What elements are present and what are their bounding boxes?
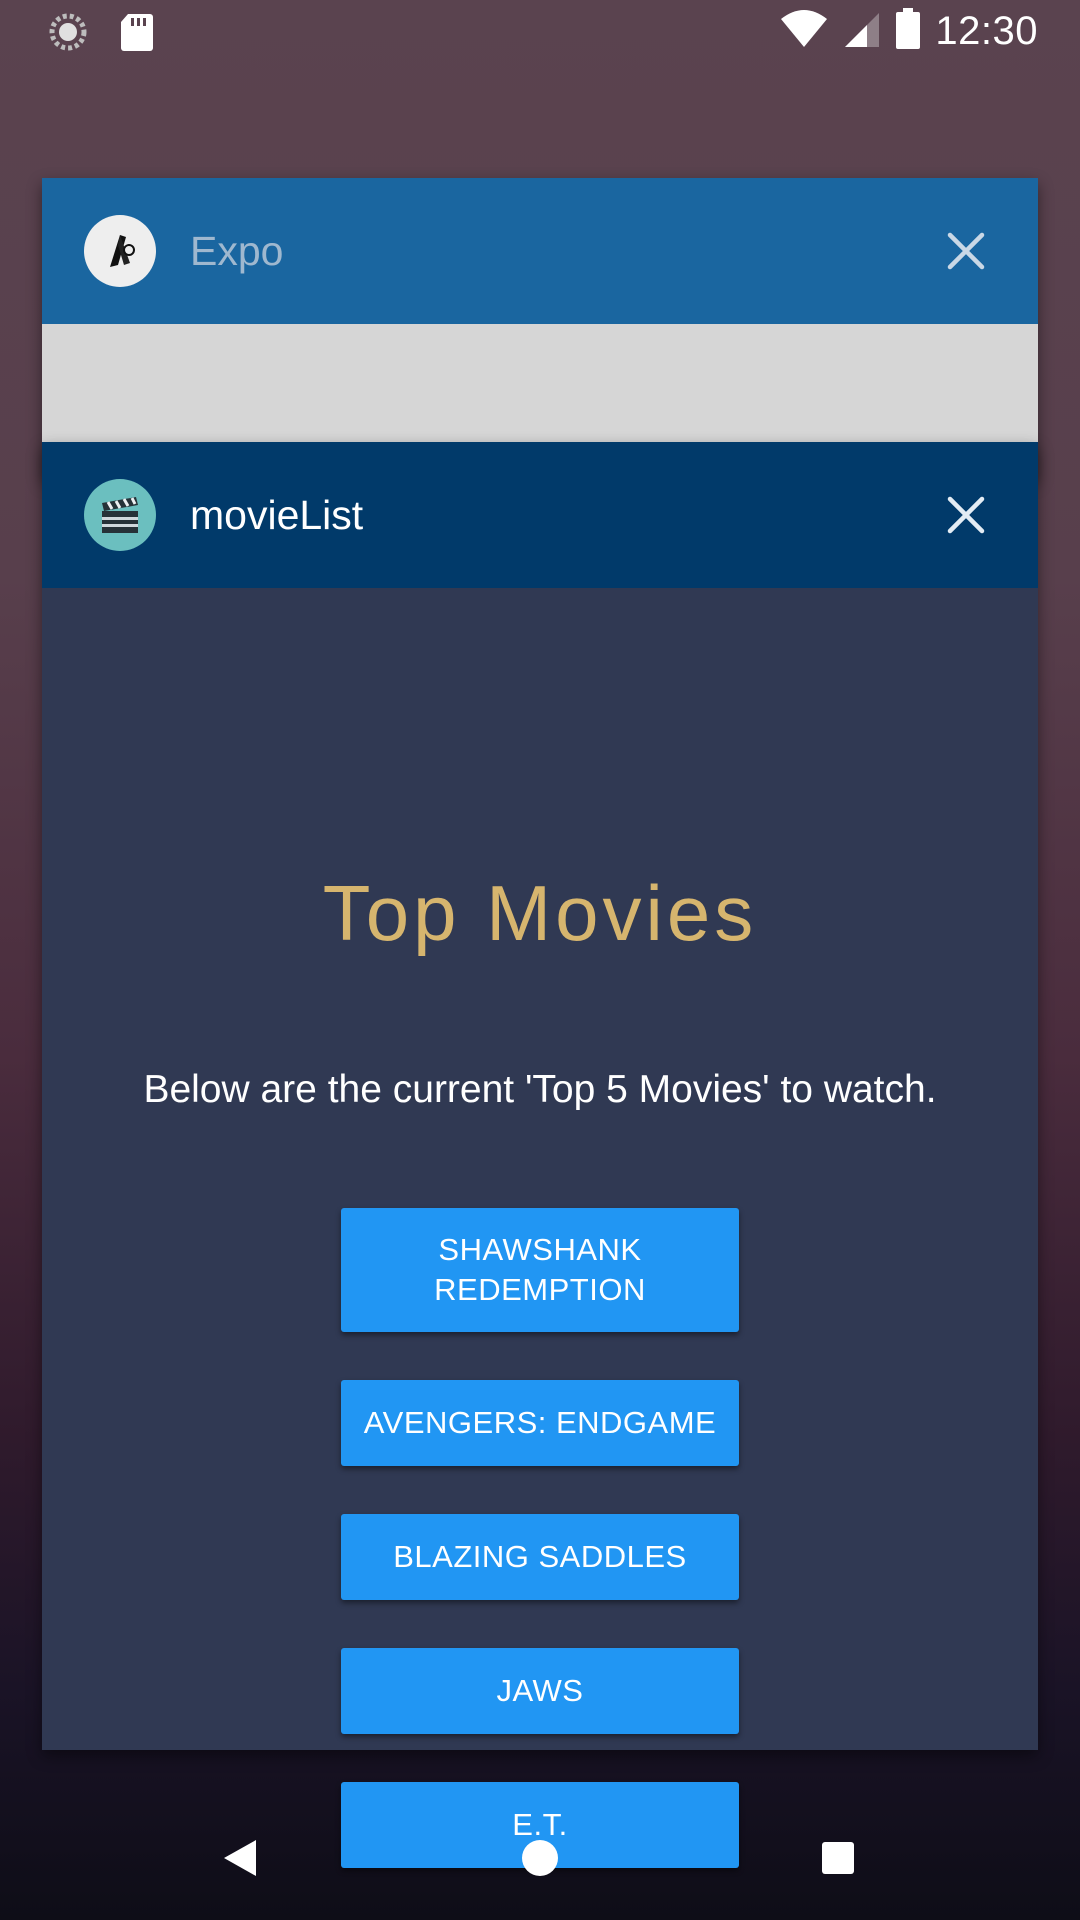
app-name: Expo: [190, 228, 284, 274]
home-icon[interactable]: [520, 1838, 560, 1883]
app-name: movieList: [190, 492, 364, 538]
movie-button-jaws[interactable]: JAWS: [341, 1648, 739, 1734]
movie-button-shawshank[interactable]: SHAWSHANK REDEMPTION: [341, 1208, 739, 1332]
recents-icon[interactable]: [820, 1840, 856, 1881]
card-header: movieList: [42, 442, 1038, 588]
wifi-icon: [779, 9, 829, 54]
page-subtitle: Below are the current 'Top 5 Movies' to …: [143, 1068, 937, 1111]
battery-icon: [895, 8, 921, 55]
sd-card-icon: [120, 12, 154, 57]
status-bar: 12:30: [0, 0, 1080, 63]
clock-time: 12:30: [935, 9, 1038, 53]
recent-app-card-movielist[interactable]: movieList Top Movies Below are the curre…: [42, 442, 1038, 1868]
close-icon[interactable]: [944, 493, 988, 537]
recent-app-card-expo[interactable]: Expo: [42, 178, 1038, 478]
expo-logo-icon: [84, 215, 156, 287]
card-header: Expo: [42, 178, 1038, 324]
sync-icon: [48, 12, 88, 57]
movie-button-avengers[interactable]: AVENGERS: ENDGAME: [341, 1380, 739, 1466]
back-icon[interactable]: [222, 1838, 258, 1883]
navigation-bar: [0, 1800, 1080, 1920]
movie-button-blazing-saddles[interactable]: BLAZING SADDLES: [341, 1514, 739, 1600]
page-title: Top Movies: [322, 869, 758, 957]
cell-signal-icon: [843, 9, 881, 54]
close-icon[interactable]: [944, 229, 988, 273]
clapperboard-icon: [84, 479, 156, 551]
